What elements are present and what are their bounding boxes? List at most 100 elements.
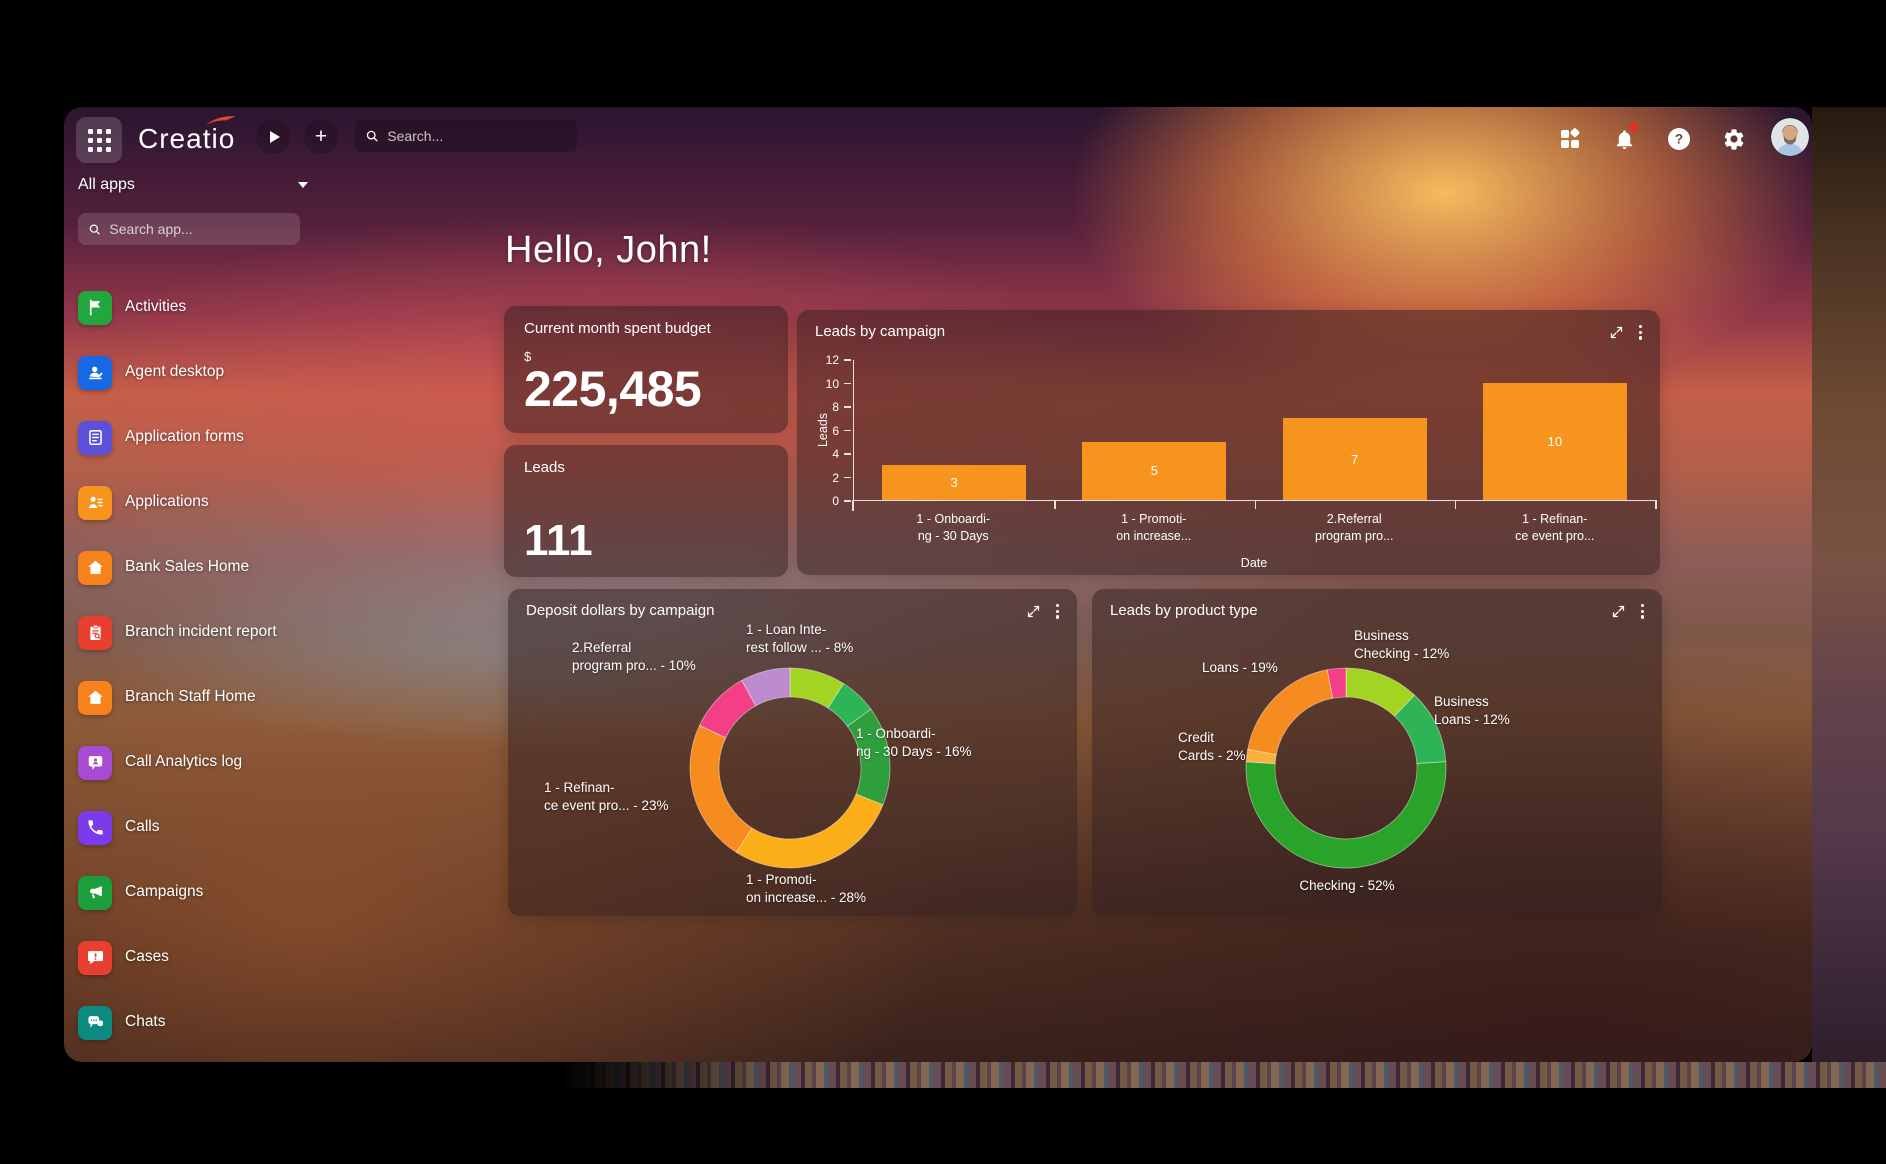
expand-icon[interactable] bbox=[1609, 325, 1624, 340]
logo-text: Creatio bbox=[138, 123, 235, 154]
slice-label: 1 - Refinan- ce event pro... - 23% bbox=[544, 779, 669, 815]
x-axis-labels: 1 - Onboardi- ng - 30 Days1 - Promoti- o… bbox=[853, 511, 1655, 545]
settings-button[interactable] bbox=[1721, 126, 1747, 152]
x-tick bbox=[1255, 500, 1257, 509]
kpi-card-leads: Leads 111 bbox=[504, 445, 788, 577]
donut-chart bbox=[688, 666, 892, 870]
quick-add-button[interactable]: + bbox=[304, 120, 338, 154]
sidebar-item-label: Applications bbox=[125, 493, 305, 512]
bar[interactable]: 10 bbox=[1483, 383, 1627, 500]
sidebar-item-chats[interactable]: Chats bbox=[78, 990, 348, 1055]
slice-label: 1 - Onboardi- ng - 30 Days - 16% bbox=[856, 725, 972, 761]
x-tick bbox=[1455, 500, 1457, 509]
sidebar-item-branch-incident-report[interactable]: Branch incident report bbox=[78, 600, 348, 665]
sidebar-item-label: Agent desktop bbox=[125, 363, 305, 382]
donut-slice[interactable] bbox=[690, 725, 752, 852]
search-icon bbox=[365, 128, 379, 144]
y-tick: 4 bbox=[832, 447, 851, 461]
expand-icon[interactable] bbox=[1026, 604, 1041, 619]
help-button[interactable]: ? bbox=[1666, 126, 1692, 152]
sidebar-item-activities[interactable]: Activities bbox=[78, 275, 348, 340]
kpi-card-spent-budget: Current month spent budget $ 225,485 bbox=[504, 306, 788, 433]
slice-label: Business Checking - 12% bbox=[1354, 627, 1449, 663]
case-icon bbox=[78, 941, 112, 975]
kpi-title: Current month spent budget bbox=[524, 320, 768, 337]
sidebar-item-label: Cases bbox=[125, 948, 305, 967]
x-axis-title: Date bbox=[853, 556, 1655, 570]
app-search-input[interactable] bbox=[109, 221, 290, 237]
sidebar-item-application-forms[interactable]: Application forms bbox=[78, 405, 348, 470]
bar[interactable]: 5 bbox=[1082, 442, 1226, 500]
workspace-selector[interactable]: All apps bbox=[78, 171, 326, 199]
kpi-value: 111 bbox=[524, 519, 768, 563]
creatio-logo: Creatio bbox=[138, 123, 235, 155]
sidebar-item-applications[interactable]: Applications bbox=[78, 470, 348, 535]
run-process-button[interactable] bbox=[256, 120, 290, 154]
home-icon bbox=[78, 551, 112, 585]
donut-chart bbox=[1244, 666, 1448, 870]
sidebar-item-bank-sales-home[interactable]: Bank Sales Home bbox=[78, 535, 348, 600]
applications-icon bbox=[78, 486, 112, 520]
x-tick bbox=[1054, 500, 1056, 509]
y-tick: 8 bbox=[832, 400, 851, 414]
bar-value-label: 10 bbox=[1483, 383, 1627, 500]
slice-label: Business Loans - 12% bbox=[1434, 693, 1510, 729]
bar-plot-area: 3 57 10 bbox=[853, 360, 1655, 501]
slice-label: 1 - Loan Inte- rest follow ... - 8% bbox=[746, 621, 853, 657]
form-icon bbox=[78, 421, 112, 455]
gear-icon bbox=[1722, 127, 1746, 151]
widget-leads-by-product-type: Leads by product type Business Checking … bbox=[1092, 589, 1662, 916]
y-tick: 2 bbox=[832, 471, 851, 485]
sidebar-item-cases[interactable]: Cases bbox=[78, 925, 348, 990]
app-launcher-button[interactable] bbox=[76, 117, 122, 163]
y-tick: 12 bbox=[826, 353, 851, 367]
chats-icon bbox=[78, 1006, 112, 1040]
donut-slice[interactable] bbox=[736, 794, 883, 868]
sidebar-item-calls[interactable]: Calls bbox=[78, 795, 348, 860]
sidebar-item-call-analytics-log[interactable]: Call Analytics log bbox=[78, 730, 348, 795]
workspace-label: All apps bbox=[78, 176, 135, 194]
incident-report-icon bbox=[78, 616, 112, 650]
bar-value-label: 3 bbox=[882, 465, 1026, 500]
logo-swoosh-icon bbox=[205, 115, 237, 127]
kebab-menu-icon[interactable] bbox=[1637, 323, 1644, 342]
bar[interactable]: 7 bbox=[1283, 418, 1427, 500]
global-search bbox=[355, 120, 577, 152]
sidebar-item-agent-desktop[interactable]: Agent desktop bbox=[78, 340, 348, 405]
donut-slice[interactable] bbox=[1246, 762, 1446, 868]
currency-prefix: $ bbox=[524, 349, 768, 364]
search-icon bbox=[88, 222, 101, 237]
home-icon bbox=[78, 681, 112, 715]
screen-edge-artifact bbox=[560, 1062, 1886, 1088]
search-input[interactable] bbox=[387, 128, 567, 144]
svg-text:?: ? bbox=[1675, 132, 1683, 147]
chevron-down-icon bbox=[298, 182, 308, 188]
kebab-menu-icon[interactable] bbox=[1639, 602, 1646, 621]
help-icon: ? bbox=[1667, 127, 1691, 151]
sidebar-item-label: Bank Sales Home bbox=[125, 558, 305, 577]
notification-badge bbox=[1629, 123, 1638, 132]
donut-slice[interactable] bbox=[1248, 670, 1333, 755]
expand-icon[interactable] bbox=[1611, 604, 1626, 619]
slice-label: Credit Cards - 2% bbox=[1178, 729, 1246, 765]
bar-category-label: 1 - Refinan- ce event pro... bbox=[1455, 511, 1656, 545]
widget-title: Leads by campaign bbox=[815, 323, 945, 340]
screen-edge-artifact bbox=[1812, 107, 1886, 1062]
slice-label: Checking - 52% bbox=[1242, 877, 1452, 895]
notifications-button[interactable] bbox=[1611, 126, 1637, 152]
user-avatar[interactable] bbox=[1771, 118, 1809, 156]
y-tick: 0 bbox=[832, 494, 851, 508]
sidebar-item-label: Call Analytics log bbox=[125, 753, 305, 772]
agent-desktop-icon bbox=[78, 356, 112, 390]
apps-menu-button[interactable] bbox=[1557, 126, 1583, 152]
kebab-menu-icon[interactable] bbox=[1054, 602, 1061, 621]
call-analytics-icon bbox=[78, 746, 112, 780]
sidebar-app-list: Activities Agent desktop Application forms… bbox=[78, 275, 348, 1055]
avatar-photo bbox=[1771, 118, 1809, 156]
flag-icon bbox=[78, 291, 112, 325]
sidebar-item-branch-staff-home[interactable]: Branch Staff Home bbox=[78, 665, 348, 730]
bar[interactable]: 3 bbox=[882, 465, 1026, 500]
kpi-title: Leads bbox=[524, 459, 768, 476]
sidebar-item-label: Campaigns bbox=[125, 883, 305, 902]
sidebar-item-campaigns[interactable]: Campaigns bbox=[78, 860, 348, 925]
